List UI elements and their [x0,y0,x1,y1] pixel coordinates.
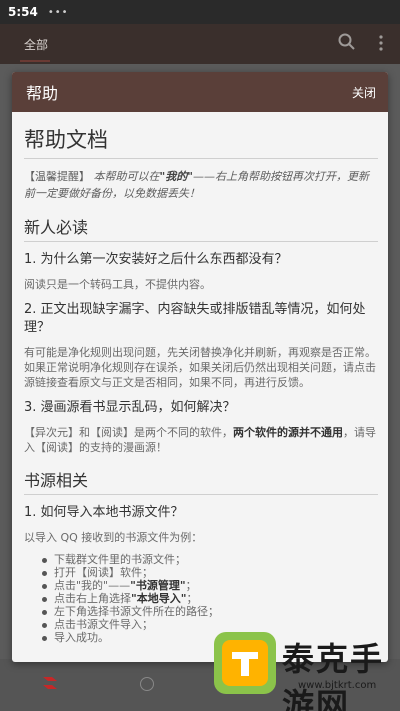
list-item: 点击右上角选择"本地导入"； [42,592,378,605]
app-bar: 全部 [0,24,400,64]
section-source-title: 书源相关 [24,467,378,495]
search-icon[interactable] [337,32,357,52]
answer-1: 阅读只是一个转码工具，不提供内容。 [24,278,211,291]
notice-prefix: 【温馨提醒】 [24,170,90,183]
question-3: 3. 漫画源看书显示乱码，如何解决？ [24,400,236,415]
watermark-text: 泰克手游网 [282,640,385,711]
dialog-title: 帮助 [26,84,59,103]
explore-nav-icon[interactable] [140,677,154,691]
list-item: 下载群文件里的书源文件； [42,553,378,566]
notice-text-1: 本帮助可以在 [90,170,160,183]
notice-text: 【温馨提醒】 本帮助可以在"我的"——右上角帮助按钮再次打开，更新前一定要做好备… [24,168,378,202]
question-4: 1. 如何导入本地书源文件？ [24,505,184,520]
watermark-logo-icon [214,632,276,694]
answer-4: 以导入 QQ 接收到的书源文件为例： [24,531,203,544]
close-button[interactable]: 关闭 [352,84,376,101]
notice-bold: "我的" [159,170,193,183]
answer-3-part1: 【异次元】和【阅读】是两个不同的软件， [24,426,233,439]
bookshelf-nav-icon[interactable] [40,673,60,693]
status-time: 5:54 [8,5,38,19]
list-item: 点击"我的"——"书源管理"； [42,579,378,592]
answer-2: 有可能是净化规则出现问题，先关闭替换净化并刷新，再观察是否正常。如果正常说明净化… [24,346,376,389]
tab-indicator [20,60,50,62]
tab-all[interactable]: 全部 [24,36,48,53]
list-item: 打开【阅读】软件； [42,566,378,579]
status-bar: 5:54 ••• [0,0,400,24]
answer-3-bold: 两个软件的源并不通用 [233,426,343,439]
help-dialog: 帮助 关闭 帮助文档 【温馨提醒】 本帮助可以在"我的"——右上角帮助按钮再次打… [12,72,388,662]
question-1: 1. 为什么第一次安装好之后什么东西都没有？ [24,252,288,267]
question-2: 2. 正文出现缺字漏字、内容缺失或排版错乱等情况，如何处理？ [24,302,366,335]
section-newbie-title: 新人必读 [24,214,378,242]
watermark: 泰克手游网 www.bjtkrt.com [210,620,400,711]
doc-title: 帮助文档 [24,124,378,159]
help-document[interactable]: 帮助文档 【温馨提醒】 本帮助可以在"我的"——右上角帮助按钮再次打开，更新前一… [12,112,388,662]
more-options-icon[interactable] [375,34,387,52]
watermark-url: www.bjtkrt.com [298,680,377,691]
notification-dots: ••• [47,6,69,18]
dialog-header: 帮助 关闭 [12,72,388,112]
answer-3: 【异次元】和【阅读】是两个不同的软件，两个软件的源并不通用，请导入【阅读】的支持… [24,425,378,455]
list-item: 左下角选择书源文件所在的路径； [42,605,378,618]
